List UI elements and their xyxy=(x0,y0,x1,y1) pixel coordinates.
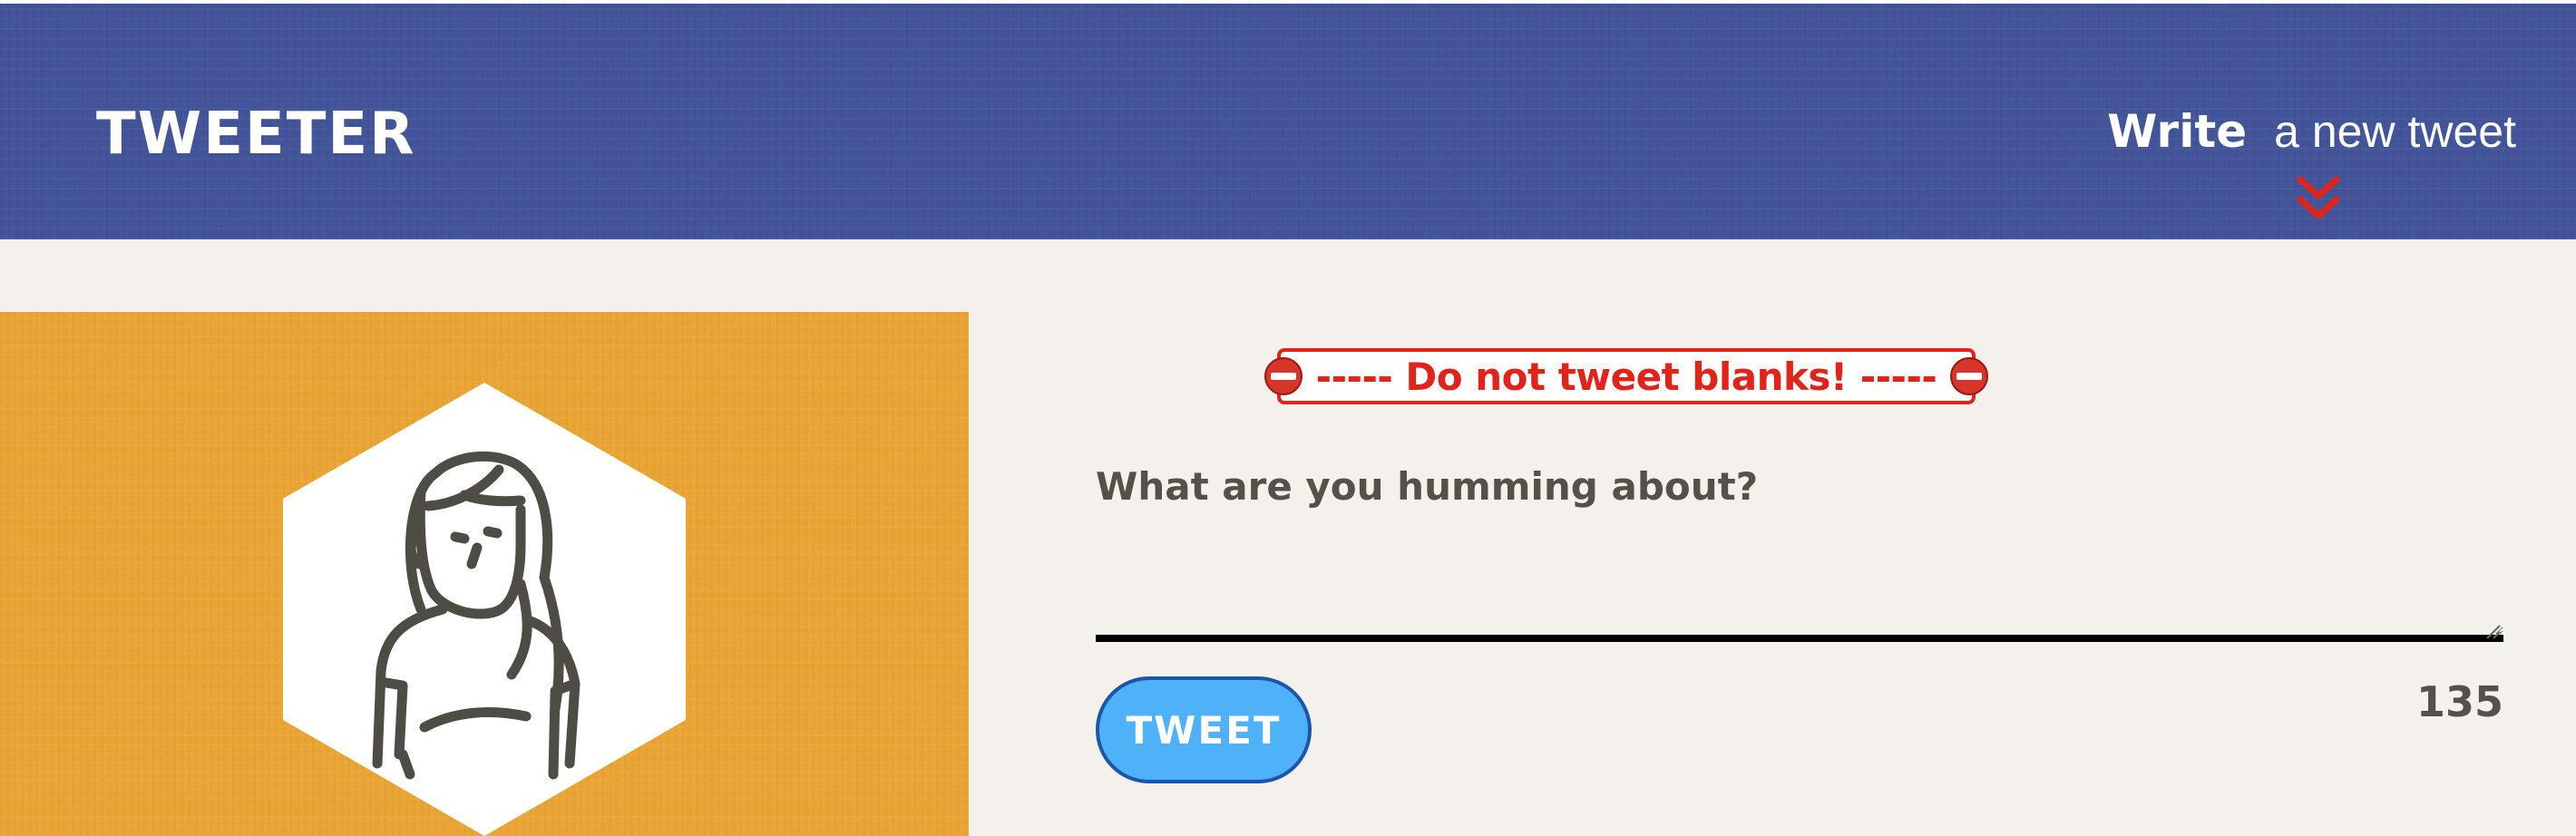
profile-panel xyxy=(0,312,969,836)
error-message: ----- Do not tweet blanks! ----- xyxy=(1315,354,1937,399)
tweet-button[interactable]: Tweet xyxy=(1096,676,1312,783)
user-avatar-icon xyxy=(283,383,686,836)
compose-toggle-bold-label: Write xyxy=(2107,105,2248,158)
no-entry-icon xyxy=(1950,357,1989,395)
no-entry-icon xyxy=(1264,357,1303,395)
char-counter: 135 xyxy=(2415,677,2503,726)
double-chevron-down-icon[interactable] xyxy=(2295,174,2342,225)
site-header: Tweeter Write a new tweet xyxy=(0,4,2576,239)
tweet-textarea[interactable] xyxy=(1096,530,2503,642)
compose-toggle-light-label: a new tweet xyxy=(2274,106,2516,157)
error-banner: ----- Do not tweet blanks! ----- xyxy=(1264,348,1989,404)
brand-logo[interactable]: Tweeter xyxy=(96,100,415,169)
compose-label: What are you humming about? xyxy=(1096,464,1759,509)
compose-toggle[interactable]: Write a new tweet xyxy=(2107,100,2516,163)
